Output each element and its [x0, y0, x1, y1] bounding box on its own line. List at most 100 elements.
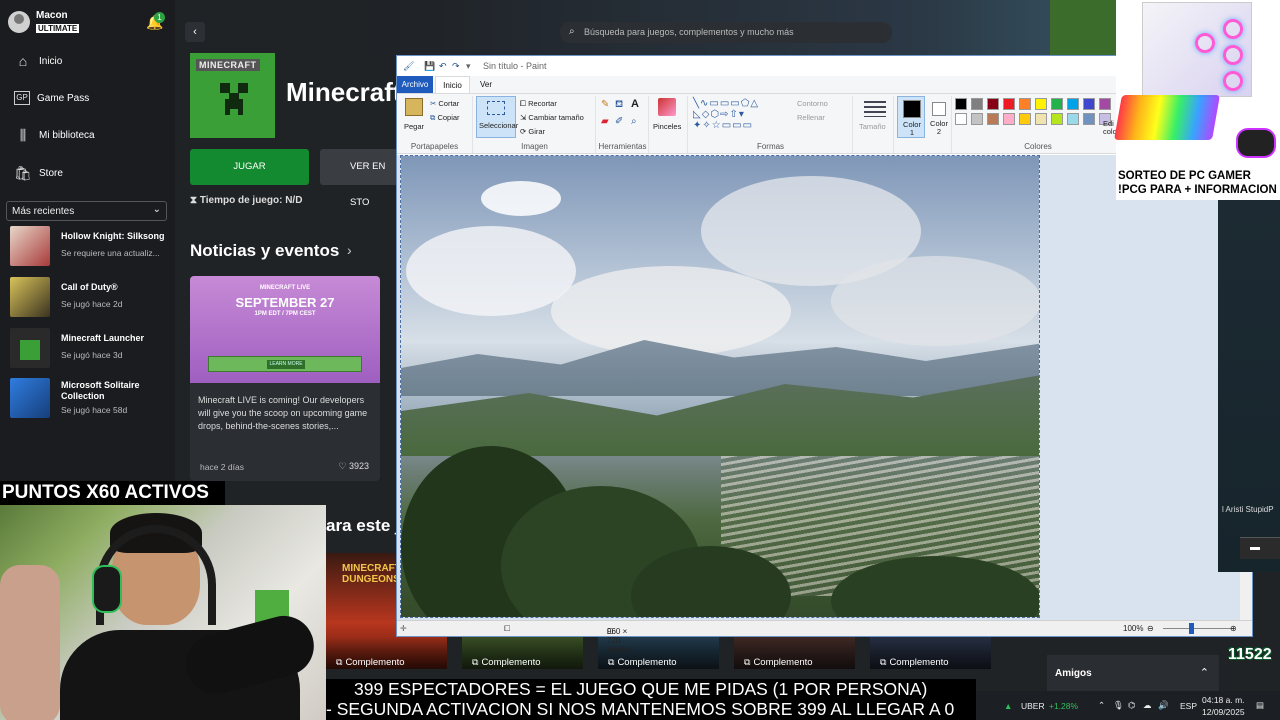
copy-button[interactable]: ⧉ Copiar: [430, 113, 460, 123]
profile[interactable]: Macon ULTIMATE: [8, 10, 80, 34]
friends-panel[interactable]: Amigos ⌃: [1047, 655, 1219, 691]
likes[interactable]: ♡ 3923: [338, 461, 369, 472]
paste-button[interactable]: Pegar: [404, 122, 424, 131]
zoom-in-icon[interactable]: ⊕: [1230, 624, 1237, 633]
resize-button[interactable]: ⇲ Cambiar tamaño: [520, 113, 584, 122]
palette-swatch[interactable]: [1067, 98, 1079, 110]
recent-game-item[interactable]: Hollow Knight: Silksong Se requiere una …: [10, 226, 170, 266]
palette-swatch[interactable]: [1083, 98, 1095, 110]
sort-dropdown[interactable]: Más recientes ⌄: [6, 201, 167, 221]
palette-swatch[interactable]: [1083, 113, 1095, 125]
recent-game-item[interactable]: Minecraft Launcher Se jugó hace 3d: [10, 328, 170, 368]
game-thumbnail: [10, 378, 50, 418]
nav-library[interactable]: ⫼ Mi biblioteca: [0, 118, 175, 152]
network-icon[interactable]: ⌬: [1128, 700, 1135, 711]
recent-game-item[interactable]: Call of Duty® Se jugó hace 2d: [10, 277, 170, 317]
zoom-slider-thumb[interactable]: [1189, 623, 1194, 634]
palette-swatch[interactable]: [1051, 113, 1063, 125]
eraser-icon[interactable]: ▰: [601, 116, 609, 127]
brushes-button[interactable]: Pinceles: [653, 122, 681, 131]
crop-button[interactable]: ⧠ Recortar: [520, 99, 557, 109]
size-button[interactable]: Tamaño: [859, 122, 886, 131]
palette-swatch[interactable]: [1051, 98, 1063, 110]
palette-swatch[interactable]: [1035, 98, 1047, 110]
input-language[interactable]: ESP: [1180, 701, 1197, 711]
chat-partial-text: l Aristi StupidP: [1222, 505, 1274, 514]
size-icon[interactable]: [864, 101, 886, 117]
cloud-icon[interactable]: ☁: [1143, 700, 1152, 711]
outline-dropdown[interactable]: Contorno: [797, 99, 828, 108]
nav-home[interactable]: ⌂ Inicio: [0, 44, 175, 78]
clock-date[interactable]: 12/09/2025: [1202, 707, 1245, 717]
nav-game-pass[interactable]: GP Game Pass: [0, 81, 175, 115]
palette-swatch[interactable]: [1067, 113, 1079, 125]
game-status: Se requiere una actualiz...: [61, 248, 160, 258]
recent-game-item[interactable]: Microsoft Solitaire Collection Se jugó h…: [10, 378, 170, 418]
rotate-button[interactable]: ⟳ Girar: [520, 127, 545, 136]
clock-time[interactable]: 04:18 a. m.: [1202, 695, 1245, 705]
canvas-image[interactable]: [400, 155, 1040, 618]
brush-icon[interactable]: [658, 98, 676, 116]
palette-swatch[interactable]: [1035, 113, 1047, 125]
select-button[interactable]: Seleccionar: [476, 96, 518, 138]
view-in-store-button[interactable]: VER EN STO: [320, 149, 400, 208]
palette-swatch[interactable]: [971, 98, 983, 110]
volume-icon[interactable]: 🔊: [1158, 700, 1169, 711]
color1-button[interactable]: Color 1: [897, 96, 925, 138]
quick-access-dropdown-icon[interactable]: ▾: [466, 61, 471, 72]
palette-swatch[interactable]: [955, 113, 967, 125]
palette-swatch[interactable]: [987, 98, 999, 110]
palette-swatch[interactable]: [971, 113, 983, 125]
palette-swatch[interactable]: [955, 98, 967, 110]
cut-button[interactable]: ✂ Cortar: [430, 99, 459, 108]
stock-name[interactable]: UBER: [1021, 701, 1045, 711]
paint-statusbar: ✛ ⧠ ⧠ 960 × 720 píxeles 100% ⊖ ⊕: [397, 620, 1252, 654]
chevron-right-icon[interactable]: ›: [347, 242, 352, 258]
palette-swatch[interactable]: [1019, 98, 1031, 110]
select-icon: [487, 101, 505, 115]
paint-canvas-area[interactable]: [397, 155, 1252, 621]
rgb-keyboard-image: [1114, 95, 1220, 140]
tray-chevron-icon[interactable]: ⌃: [1098, 700, 1105, 711]
tab-inicio[interactable]: Inicio: [435, 76, 470, 93]
palette-swatch[interactable]: [1003, 98, 1015, 110]
news-card[interactable]: MINECRAFT LIVE SEPTEMBER 27 1PM EDT / 7P…: [190, 276, 380, 481]
pencil-icon[interactable]: ✎: [601, 99, 609, 110]
palette-swatch[interactable]: [987, 113, 999, 125]
tools-label: Herramientas: [598, 142, 647, 151]
play-button[interactable]: JUGAR: [190, 149, 309, 185]
ticker-line2: - SEGUNDA ACTIVACION SI NOS MANTENEMOS S…: [326, 699, 955, 719]
redo-icon[interactable]: ↷: [452, 61, 460, 72]
color2-swatch[interactable]: [932, 102, 946, 116]
text-icon[interactable]: A: [631, 98, 639, 110]
group-clipboard: Pegar ✂ Cortar ⧉ Copiar Portapapeles: [397, 96, 473, 153]
fill-dropdown[interactable]: Rellenar: [797, 113, 825, 122]
chevron-up-icon[interactable]: ⌃: [1200, 666, 1209, 679]
search-input[interactable]: ⌕ Búsqueda para juegos, complementos y m…: [560, 22, 892, 43]
back-button[interactable]: ‹: [185, 22, 205, 42]
palette-swatch[interactable]: [1003, 113, 1015, 125]
group-brushes: Pinceles: [650, 96, 688, 153]
fill-icon[interactable]: ⛾: [615, 99, 623, 112]
undo-icon[interactable]: ↶: [439, 61, 447, 72]
zoom-out-icon[interactable]: ⊖: [1147, 624, 1154, 633]
gaming-chair: [0, 565, 60, 720]
paste-icon[interactable]: [405, 98, 423, 116]
game-status: Se jugó hace 3d: [61, 350, 123, 360]
shapes-gallery[interactable]: ╲∿▭▭▭⬠△ ◺◇⬡⇨⇧▾ ✦✧☆▭▭▭: [693, 98, 759, 131]
tab-archivo[interactable]: Archivo: [397, 76, 433, 93]
search-placeholder: Búsqueda para juegos, complementos y muc…: [584, 27, 794, 37]
ad-line2: !PCG PARA + INFORMACION: [1118, 184, 1277, 196]
notification-center-icon[interactable]: ▤: [1256, 700, 1264, 711]
palette-swatch[interactable]: [1019, 113, 1031, 125]
hourglass-icon: ⧗: [190, 195, 200, 206]
microphone-icon[interactable]: 🎙: [1113, 700, 1124, 711]
save-icon[interactable]: 💾: [424, 61, 435, 72]
logo-wordmark: MINECRAFT: [196, 59, 260, 71]
color-picker-icon[interactable]: ✐: [615, 116, 623, 127]
nav-store[interactable]: 🛍 Store: [0, 156, 175, 190]
addon-label-text: Complemento: [889, 657, 949, 668]
chat-button[interactable]: ▬: [1240, 537, 1280, 559]
magnifier-icon[interactable]: ⌕: [631, 116, 637, 127]
tab-ver[interactable]: Ver: [472, 76, 500, 93]
